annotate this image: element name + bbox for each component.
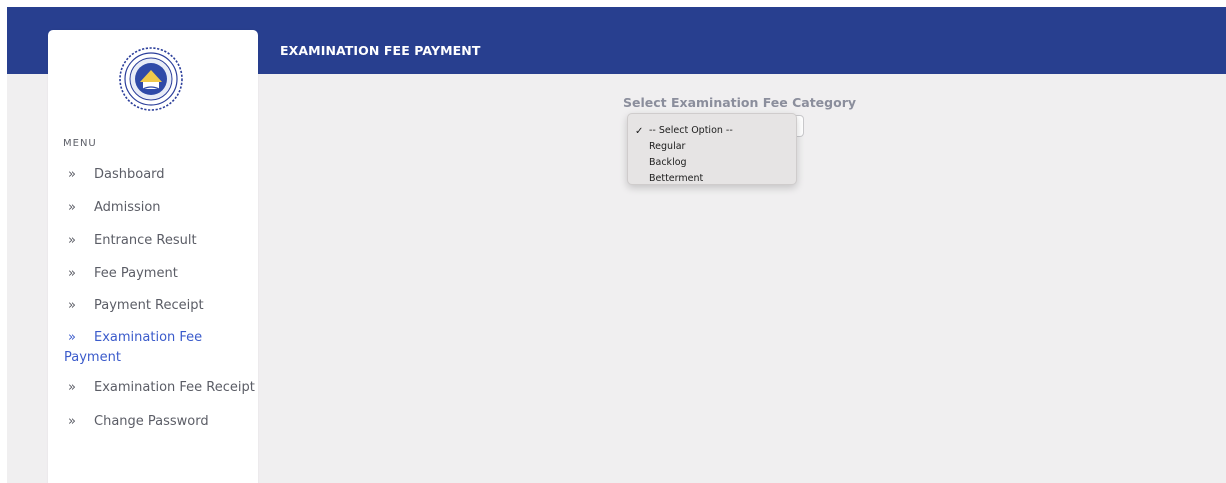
sidebar-item-payment-receipt[interactable]: » Payment Receipt [68,298,204,313]
sidebar-item-label: Payment Receipt [94,298,204,313]
institution-logo[interactable] [118,46,184,112]
sidebar-item-label: Change Password [94,414,209,429]
sidebar-item-dashboard[interactable]: » Dashboard [68,167,165,182]
double-chevron-right-icon: » [68,414,76,429]
double-chevron-right-icon: » [68,298,76,313]
sidebar-item-label: Examination Fee [94,330,203,345]
dropdown-option-regular[interactable]: Regular [649,141,685,152]
sidebar-item-change-password[interactable]: » Change Password [68,414,209,429]
sidebar-item-label: Examination Fee Receipt [94,380,255,395]
double-chevron-right-icon: » [68,233,76,248]
sidebar: MENU » Dashboard » Admission » Entrance Res… [48,30,258,483]
sidebar-item-entrance-result[interactable]: » Entrance Result [68,233,197,248]
sidebar-item-label: Dashboard [94,167,165,182]
sidebar-item-label: Fee Payment [94,266,178,281]
sidebar-item-admission[interactable]: » Admission [68,200,161,215]
fee-category-dropdown-menu: ✓ -- Select Option -- Regular Backlog Be… [627,113,797,185]
sidebar-item-examination-fee-receipt[interactable]: » Examination Fee Receipt [68,380,255,395]
double-chevron-right-icon: » [68,266,76,281]
dropdown-option-betterment[interactable]: Betterment [649,173,703,184]
dropdown-option-select-option[interactable]: -- Select Option -- [649,125,733,136]
fee-category-label: Select Examination Fee Category [623,95,857,110]
dropdown-option-backlog[interactable]: Backlog [649,157,687,168]
page-title: EXAMINATION FEE PAYMENT [280,43,481,58]
sidebar-item-label-continued: Payment [64,350,121,365]
sidebar-item-fee-payment[interactable]: » Fee Payment [68,266,178,281]
menu-heading: MENU [63,138,97,149]
sidebar-item-examination-fee-payment[interactable]: » Examination Fee Payment [64,328,228,368]
checkmark-icon: ✓ [635,126,644,137]
double-chevron-right-icon: » [68,167,76,182]
double-chevron-right-icon: » [68,380,76,395]
app-frame: EXAMINATION FEE PAYMENT MENU » Dashboard … [7,7,1226,483]
double-chevron-right-icon: » [68,330,76,345]
double-chevron-right-icon: » [68,200,76,215]
sidebar-item-label: Entrance Result [94,233,197,248]
sidebar-item-label: Admission [94,200,161,215]
